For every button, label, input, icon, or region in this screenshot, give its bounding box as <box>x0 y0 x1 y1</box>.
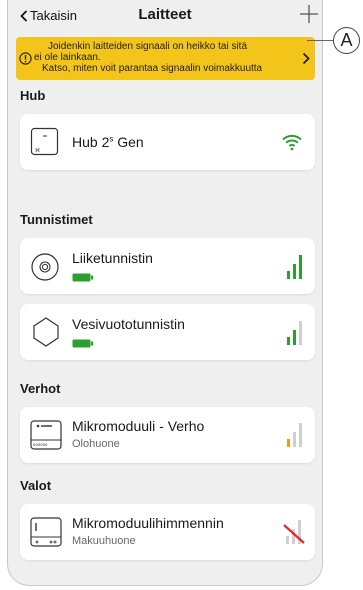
device-card-curtain[interactable]: oooooo Mikromoduuli - Verho Olohuone <box>20 407 315 463</box>
section-lights: Valot <box>20 478 52 493</box>
water-leak-sensor-icon <box>33 317 59 347</box>
hub-device-icon: ⌘ <box>30 127 59 156</box>
battery-full-icon <box>72 273 94 282</box>
svg-text:oooooo: oooooo <box>33 442 48 447</box>
no-signal-icon <box>283 520 305 544</box>
section-curtains: Verhot <box>20 381 61 396</box>
signal-strength-icon <box>287 321 302 345</box>
device-name-leak: Vesivuototunnistin <box>72 316 185 332</box>
callout-line <box>307 40 333 41</box>
phone-screen: Takaisin Laitteet Joidenkin laitteiden s… <box>7 0 323 586</box>
device-room-dimmer: Makuuhuone <box>72 535 136 547</box>
device-name-motion: Liiketunnistin <box>72 250 153 266</box>
device-card-hub[interactable]: ⌘ Hub 2s Gen <box>20 114 315 170</box>
battery-full-icon <box>72 339 94 348</box>
device-name-curtain: Mikromoduuli - Verho <box>72 418 205 434</box>
callout-label: A <box>333 27 360 54</box>
device-name-hub: Hub 2s Gen <box>72 134 144 150</box>
section-hub: Hub <box>20 88 46 103</box>
motion-sensor-icon <box>31 253 59 281</box>
micromodule-curtain-icon: oooooo <box>30 420 62 450</box>
wifi-icon <box>282 134 302 151</box>
device-card-motion[interactable]: Liiketunnistin <box>20 238 315 294</box>
signal-strength-icon <box>287 255 302 279</box>
page-title: Laitteet <box>138 6 192 23</box>
warning-circle-icon <box>19 52 32 65</box>
svg-text:⌘: ⌘ <box>35 148 40 154</box>
banner-line-2: ei ole lainkaan. <box>34 52 101 63</box>
plus-icon[interactable] <box>298 3 320 25</box>
device-card-leak[interactable]: Vesivuototunnistin <box>20 304 315 360</box>
banner-line-1: Joidenkin laitteiden signaali on heikko … <box>48 41 248 52</box>
weak-signal-banner[interactable]: Joidenkin laitteiden signaali on heikko … <box>16 37 315 80</box>
device-name-dimmer: Mikromoduulihimmennin <box>72 515 224 531</box>
device-card-dimmer[interactable]: Mikromoduulihimmennin Makuuhuone <box>20 504 315 560</box>
chevron-right-icon <box>302 52 310 65</box>
section-sensors: Tunnistimet <box>20 212 93 227</box>
banner-line-3: Katso, miten voit parantaa signaalin voi… <box>42 63 263 74</box>
navigation-bar: Takaisin Laitteet <box>8 0 322 28</box>
micromodule-dimmer-icon <box>30 517 62 547</box>
device-room-curtain: Olohuone <box>72 438 120 450</box>
signal-strength-icon <box>287 423 302 447</box>
banner-text: Joidenkin laitteiden signaali on heikko … <box>34 41 299 74</box>
